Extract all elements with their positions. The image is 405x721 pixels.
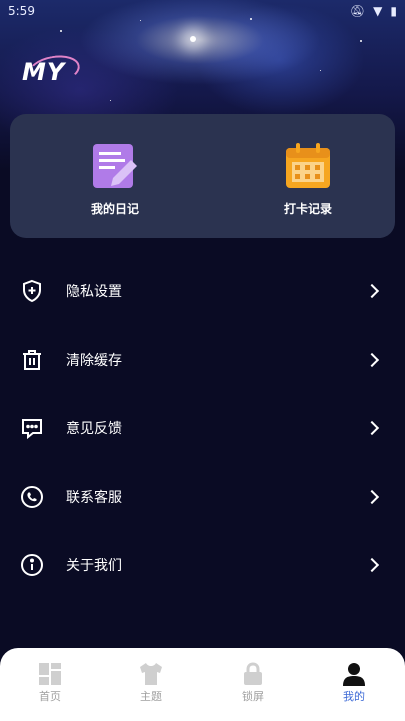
menu-item-about[interactable]: 关于我们 bbox=[0, 531, 405, 600]
diary-label: 我的日记 bbox=[90, 202, 139, 216]
phone-icon bbox=[20, 485, 44, 509]
nav-mine-label: 我的 bbox=[343, 690, 365, 703]
bottom-nav: 首页 主题 锁屏 我的 bbox=[0, 648, 405, 721]
nav-lock[interactable]: 锁屏 bbox=[223, 662, 283, 704]
status-time: 5:59 bbox=[8, 4, 35, 18]
checkin-shortcut[interactable]: 打卡记录 bbox=[258, 142, 358, 217]
chevron-right-icon bbox=[364, 558, 380, 573]
mute-icon: 🔕︎ bbox=[349, 4, 366, 18]
menu-label-feedback: 意见反馈 bbox=[66, 421, 122, 438]
lock-icon bbox=[240, 662, 266, 688]
trash-icon bbox=[20, 348, 44, 372]
menu-label-privacy: 隐私设置 bbox=[66, 284, 122, 301]
checkin-label: 打卡记录 bbox=[283, 202, 332, 216]
chevron-right-icon bbox=[364, 421, 380, 436]
person-icon bbox=[341, 662, 367, 688]
nav-home[interactable]: 首页 bbox=[20, 662, 80, 704]
nav-lock-label: 锁屏 bbox=[242, 690, 264, 703]
menu-label-contact: 联系客服 bbox=[66, 489, 122, 506]
grid-icon bbox=[37, 662, 63, 688]
nav-home-label: 首页 bbox=[39, 690, 61, 703]
menu-item-contact[interactable]: 联系客服 bbox=[0, 463, 405, 532]
shortcut-card: 我的日记 打卡记录 bbox=[10, 114, 395, 238]
nav-theme-label: 主题 bbox=[140, 690, 162, 703]
calendar-icon bbox=[284, 142, 332, 190]
menu-item-privacy[interactable]: 隐私设置 bbox=[0, 257, 405, 326]
nav-theme[interactable]: 主题 bbox=[121, 662, 181, 704]
menu-item-clear-cache[interactable]: 清除缓存 bbox=[0, 326, 405, 395]
menu-item-feedback[interactable]: 意见反馈 bbox=[0, 394, 405, 463]
wifi-icon: ▼ bbox=[373, 4, 383, 18]
menu-label-about: 关于我们 bbox=[66, 558, 122, 575]
app-logo: MY bbox=[22, 58, 66, 86]
chat-bubble-icon bbox=[20, 416, 44, 440]
chevron-right-icon bbox=[364, 489, 380, 504]
settings-menu: 隐私设置 清除缓存 意见反馈 联系客服 关于我们 bbox=[0, 257, 405, 600]
diary-icon bbox=[91, 142, 139, 190]
diary-shortcut[interactable]: 我的日记 bbox=[65, 142, 165, 217]
battery-icon: ▮ bbox=[390, 4, 397, 18]
nav-mine[interactable]: 我的 bbox=[324, 662, 384, 704]
info-icon bbox=[20, 553, 44, 577]
menu-label-clear-cache: 清除缓存 bbox=[66, 352, 122, 369]
chevron-right-icon bbox=[364, 352, 380, 367]
tshirt-icon bbox=[138, 662, 164, 688]
shield-plus-icon bbox=[20, 279, 44, 303]
chevron-right-icon bbox=[364, 284, 380, 299]
status-bar: 5:59 🔕︎ ▼ ▮ bbox=[0, 0, 405, 24]
